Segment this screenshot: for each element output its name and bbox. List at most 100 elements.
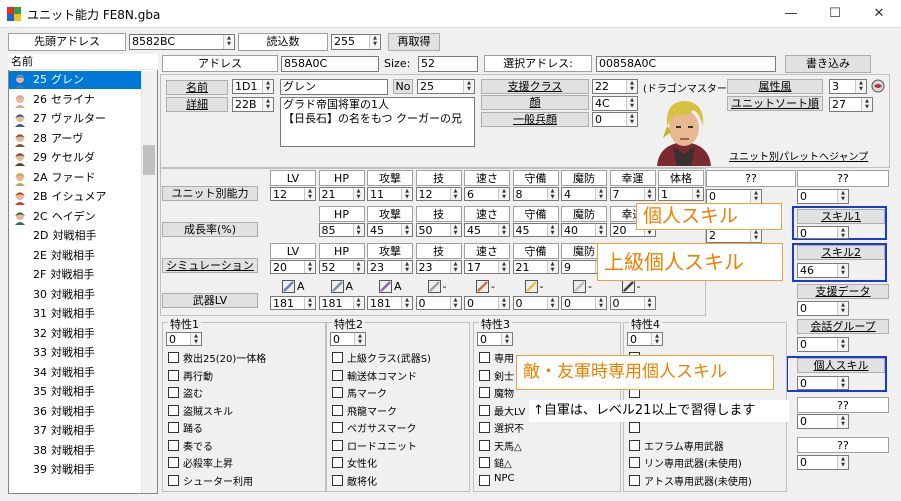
trait-checkbox[interactable] (629, 457, 640, 468)
unit-list-item[interactable]: 37 対戦相手 (9, 422, 141, 440)
weapon-level-input[interactable]: 0 ▲ ▼ (464, 296, 510, 310)
talk-group-button[interactable]: 会話グループ (797, 319, 889, 334)
spinner-arrows-icon[interactable]: ▲▼ (546, 261, 558, 273)
sort-order-input[interactable]: 27 ▲ ▼ (829, 97, 873, 112)
spinner-arrows-icon[interactable]: ▲▼ (190, 333, 201, 345)
spinner-arrows-icon[interactable]: ▲▼ (369, 35, 380, 49)
sim-input[interactable]: 17 ▲ ▼ (464, 260, 510, 274)
spinner-arrows-icon[interactable]: ▲▼ (352, 188, 364, 200)
no-input[interactable]: 25 ▲ ▼ (417, 79, 475, 94)
trait-checkbox[interactable] (479, 369, 490, 381)
unit-list-item[interactable]: 27 ヴァルター (9, 110, 141, 128)
spinner-arrows-icon[interactable]: ▲▼ (501, 333, 512, 345)
spinner-arrows-icon[interactable]: ▲▼ (354, 333, 365, 345)
spinner-arrows-icon[interactable]: ▲▼ (262, 98, 273, 111)
weapon-level-input[interactable]: 0 ▲ ▼ (561, 296, 607, 310)
trait-checkbox[interactable] (332, 404, 343, 416)
trait-checkbox[interactable] (168, 404, 179, 416)
trait-checkbox[interactable] (479, 474, 490, 486)
weapon-level-input[interactable]: 0 ▲ ▼ (415, 296, 462, 310)
trait-checkbox[interactable] (332, 369, 343, 381)
spinner-arrows-icon[interactable]: ▲▼ (352, 261, 364, 273)
spinner-arrows-icon[interactable]: ▲▼ (837, 456, 848, 469)
growth-input[interactable]: 50 ▲ ▼ (415, 223, 462, 237)
generic-face-button[interactable]: 一般兵顔 (481, 112, 589, 127)
spinner-arrows-icon[interactable]: ▲▼ (837, 227, 848, 238)
unit-list-item[interactable]: 39 対戦相手 (9, 461, 141, 479)
spinner-arrows-icon[interactable]: ▲▼ (546, 224, 558, 236)
spinner-arrows-icon[interactable]: ▲▼ (837, 302, 848, 315)
spinner-arrows-icon[interactable]: ▲▼ (837, 190, 848, 203)
detail-id-input[interactable]: 22B ▲ ▼ (232, 97, 274, 112)
trait-checkbox[interactable] (332, 422, 343, 433)
unit-list-item[interactable]: 38 対戦相手 (9, 442, 141, 460)
unit-list-item[interactable]: 32 対戦相手 (9, 325, 141, 343)
spinner-arrows-icon[interactable]: ▲▼ (498, 261, 509, 273)
stat-input[interactable]: 8 ▲ ▼ (512, 187, 559, 201)
sort-order-button[interactable]: ユニットソート順 (727, 96, 823, 111)
unit-list-item[interactable]: 26 セライナ (9, 91, 141, 109)
growth-input[interactable]: 40 ▲ ▼ (561, 223, 607, 237)
stat-input[interactable]: 21 ▲ ▼ (318, 187, 365, 201)
unknown-input-0[interactable]: 0 ▲ ▼ (797, 189, 849, 204)
growth-input[interactable]: 85 ▲ ▼ (318, 223, 365, 237)
trait-value-input[interactable]: 0 ▲ ▼ (477, 332, 513, 346)
unit-list-item[interactable]: 34 対戦相手 (9, 364, 141, 382)
size-value[interactable]: 52 (418, 56, 478, 72)
personal-skill-input[interactable]: 0 ▲ ▼ (797, 376, 849, 390)
weapon-level-input[interactable]: 0 ▲ ▼ (609, 296, 656, 310)
stat-input[interactable]: 12 ▲ ▼ (270, 187, 316, 201)
spinner-arrows-icon[interactable]: ▲▼ (595, 188, 606, 200)
spinner-arrows-icon[interactable]: ▲▼ (626, 113, 637, 126)
unit-list-item[interactable]: 2E 対戦相手 (9, 247, 141, 265)
spinner-arrows-icon[interactable]: ▲▼ (855, 80, 866, 93)
trait-checkbox[interactable] (332, 457, 343, 468)
unit-list-item[interactable]: 28 アーヴ (9, 130, 141, 148)
spinner-arrows-icon[interactable]: ▲▼ (595, 297, 606, 309)
head-address-input[interactable]: 8582BC ▲ ▼ (129, 34, 235, 50)
detail-button[interactable]: 詳細 (166, 97, 228, 112)
spinner-arrows-icon[interactable]: ▲▼ (223, 35, 234, 49)
trait-checkbox[interactable] (332, 387, 343, 398)
face-button[interactable]: 顔 (481, 95, 589, 110)
weapon-level-input[interactable]: 181 ▲ ▼ (367, 296, 413, 310)
spinner-arrows-icon[interactable]: ▲▼ (861, 98, 872, 111)
spinner-arrows-icon[interactable]: ▲▼ (546, 188, 558, 200)
sim-input[interactable]: 23 ▲ ▼ (415, 260, 462, 274)
spinner-arrows-icon[interactable]: ▲▼ (352, 297, 364, 309)
name-button[interactable]: 名前 (166, 80, 228, 95)
spinner-arrows-icon[interactable]: ▲▼ (837, 264, 848, 277)
unit-list-item[interactable]: 33 対戦相手 (9, 344, 141, 362)
sim-input[interactable]: 52 ▲ ▼ (318, 260, 365, 274)
spinner-arrows-icon[interactable]: ▲▼ (651, 333, 662, 345)
spinner-arrows-icon[interactable]: ▲▼ (546, 297, 558, 309)
palette-jump-link[interactable]: ユニット別パレットへジャンプ (729, 148, 868, 163)
simulation-button[interactable]: シミュレーション (162, 258, 258, 273)
trait-checkbox[interactable] (629, 422, 640, 433)
growth-input[interactable]: 45 ▲ ▼ (512, 223, 559, 237)
spinner-arrows-icon[interactable]: ▲▼ (449, 261, 461, 273)
trait-checkbox[interactable] (168, 352, 179, 363)
list-scrollbar-thumb[interactable] (143, 145, 155, 175)
address-value[interactable]: 858A0C (281, 56, 379, 72)
unknown-input-1[interactable]: 0 ▲ ▼ (706, 189, 762, 204)
reload-button[interactable]: 再取得 (388, 33, 440, 51)
maximize-button[interactable]: ☐ (813, 0, 857, 28)
minimize-button[interactable]: — (769, 0, 813, 28)
support-class-button[interactable]: 支援クラス (481, 79, 589, 94)
spinner-arrows-icon[interactable]: ▲▼ (262, 80, 273, 93)
weapon-level-input[interactable]: 181 ▲ ▼ (318, 296, 365, 310)
unit-list-item[interactable]: 25 グレン (9, 71, 141, 89)
spinner-arrows-icon[interactable]: ▲▼ (837, 377, 848, 389)
class-input[interactable]: 22 ▲ ▼ (592, 79, 638, 94)
spinner-arrows-icon[interactable]: ▲▼ (449, 224, 461, 236)
spinner-arrows-icon[interactable]: ▲▼ (750, 229, 761, 242)
support-data-button[interactable]: 支援データ (797, 284, 889, 299)
skill1-input[interactable]: 0 ▲ ▼ (797, 226, 849, 239)
spinner-arrows-icon[interactable]: ▲▼ (304, 297, 315, 309)
unknown-input-2[interactable]: 0 ▲ ▼ (797, 414, 849, 429)
trait-checkbox[interactable] (629, 474, 640, 486)
stat-input[interactable]: 11 ▲ ▼ (367, 187, 413, 201)
talk-group-input[interactable]: 0 ▲ ▼ (797, 337, 849, 352)
name-value[interactable]: グレン (280, 79, 388, 95)
